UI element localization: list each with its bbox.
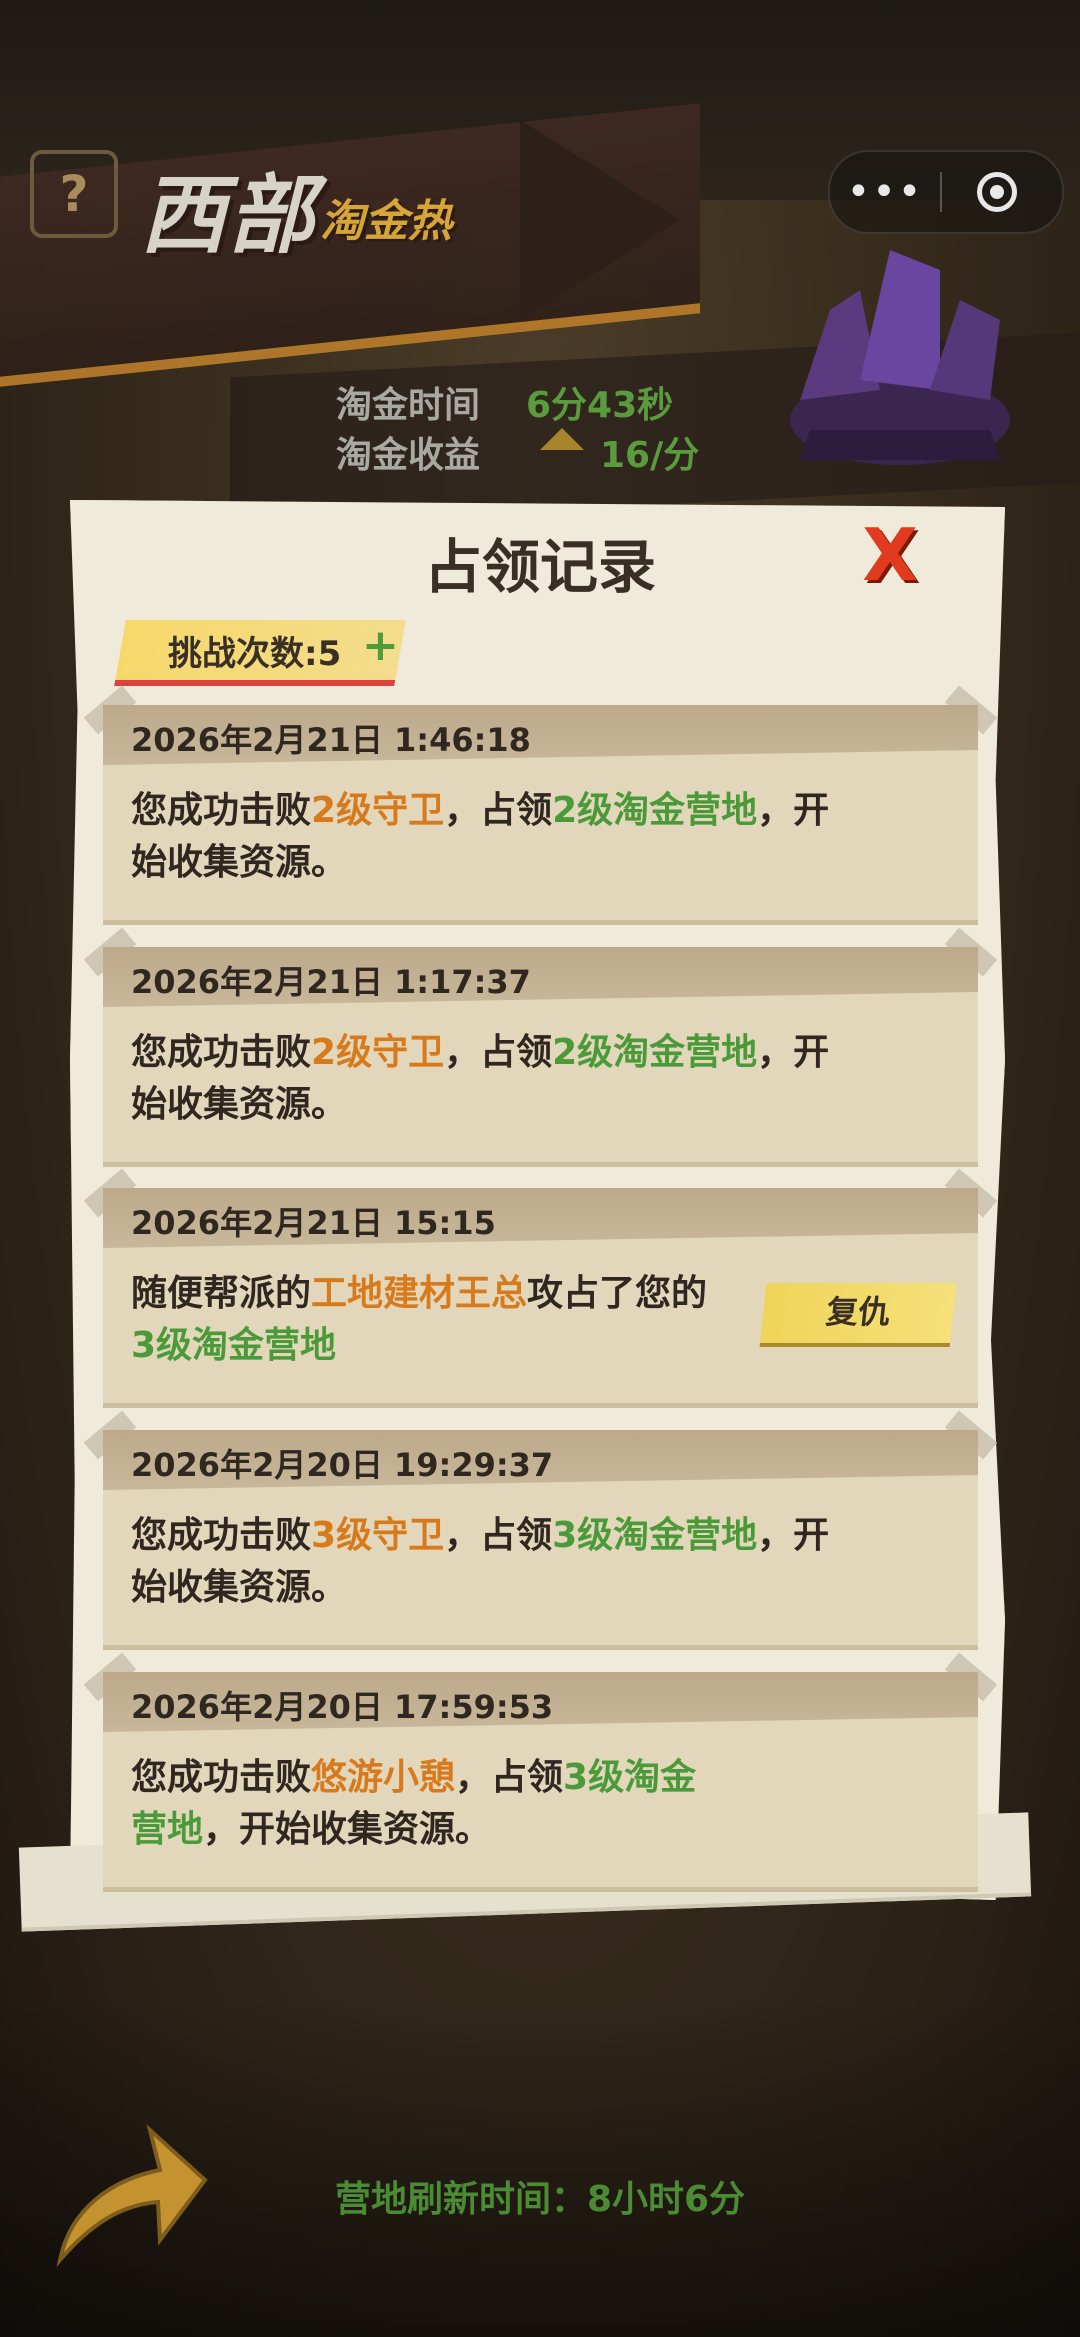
mini-program-capsule: ••• xyxy=(828,150,1064,234)
text-part: 您成功击败 xyxy=(131,1757,312,1798)
text-part: ，占领 xyxy=(455,1757,564,1798)
gold-pile-icon xyxy=(540,428,584,450)
time-label: 淘金时间 xyxy=(336,385,481,426)
list-item: 2026年2月21日 1:17:37 您成功击败2级守卫，占领2级淘金营地，开始… xyxy=(83,927,998,1167)
list-item: 2026年2月21日 15:15 随便帮派的工地建材王总攻占了您的3级淘金营地 … xyxy=(83,1168,998,1408)
income-value: 16/分 xyxy=(600,435,700,476)
crystal-camp-icon xyxy=(790,250,1010,465)
text-part: ，开始收集资源。 xyxy=(203,1809,492,1850)
text-part: 您成功击败 xyxy=(131,1515,312,1556)
game-subtitle: 淘金热 xyxy=(320,196,452,247)
text-part: ，占领 xyxy=(444,1032,553,1073)
target-close-icon[interactable] xyxy=(942,172,1052,212)
income-label: 淘金收益 xyxy=(336,435,481,476)
record-text: 您成功击败2级守卫，占领2级淘金营地，开始收集资源。 xyxy=(131,1027,831,1131)
challenge-count: 挑战次数:5 xyxy=(168,634,342,674)
text-part: 您成功击败 xyxy=(131,790,312,831)
list-item: 2026年2月20日 19:29:37 您成功击败3级守卫，占领3级淘金营地，开… xyxy=(83,1410,998,1650)
text-part: ，占领 xyxy=(444,790,553,831)
attacker-name: 工地建材王总 xyxy=(311,1273,528,1314)
camp-name: 2级淘金营地 xyxy=(552,790,758,831)
banner-arrow xyxy=(520,120,680,320)
record-date: 2026年2月20日 17:59:53 xyxy=(131,1688,554,1726)
text-part: 随便帮派的 xyxy=(131,1273,312,1314)
record-date: 2026年2月21日 1:46:18 xyxy=(131,721,531,759)
opponent-name: 悠游小憩 xyxy=(311,1757,456,1798)
guard-level: 3级守卫 xyxy=(311,1515,445,1556)
time-value: 6分43秒 xyxy=(526,385,674,426)
question-icon[interactable]: ? xyxy=(30,150,118,238)
list-item: 2026年2月20日 17:59:53 您成功击败悠游小憩，占领3级淘金营地，开… xyxy=(83,1652,998,1892)
text-part: 攻占了您的 xyxy=(527,1273,708,1314)
record-text: 您成功击败3级守卫，占领3级淘金营地，开始收集资源。 xyxy=(131,1510,831,1614)
guard-level: 2级守卫 xyxy=(311,1032,445,1073)
close-icon[interactable]: X xyxy=(855,519,925,591)
game-title: 西部 xyxy=(140,166,316,266)
text-part: 您成功击败 xyxy=(131,1032,312,1073)
list-item: 2026年2月21日 1:46:18 您成功击败2级守卫，占领2级淘金营地，开始… xyxy=(83,685,998,925)
text-part: ，占领 xyxy=(444,1515,553,1556)
record-text: 您成功击败悠游小憩，占领3级淘金营地，开始收集资源。 xyxy=(131,1752,711,1856)
camp-name: 2级淘金营地 xyxy=(552,1032,758,1073)
record-date: 2026年2月21日 1:17:37 xyxy=(131,963,531,1001)
camp-name: 3级淘金营地 xyxy=(131,1325,337,1366)
record-date: 2026年2月20日 19:29:37 xyxy=(131,1446,554,1484)
add-challenge-button[interactable]: + xyxy=(362,620,399,671)
record-date: 2026年2月21日 15:15 xyxy=(131,1204,496,1242)
revenge-button[interactable]: 复仇 xyxy=(759,1283,957,1347)
record-text: 随便帮派的工地建材王总攻占了您的 3级淘金营地 xyxy=(131,1268,731,1372)
guard-level: 2级守卫 xyxy=(311,790,445,831)
record-text: 您成功击败2级守卫，占领2级淘金营地，开始收集资源。 xyxy=(131,785,831,889)
refresh-timer: 营地刷新时间：8小时6分 xyxy=(334,2179,746,2220)
camp-name: 3级淘金营地 xyxy=(552,1515,758,1556)
more-dots-icon[interactable]: ••• xyxy=(830,169,940,215)
